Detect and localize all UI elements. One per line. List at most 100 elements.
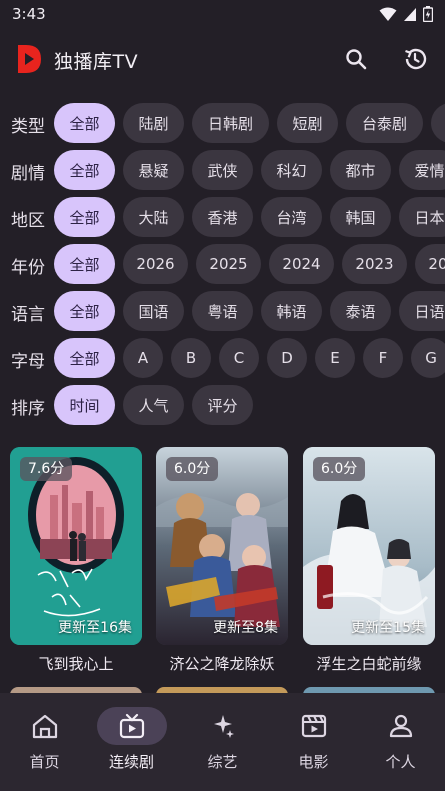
poster-image: 6.0分 更新至15集 bbox=[303, 447, 435, 645]
filter-chip[interactable]: 武侠 bbox=[192, 150, 253, 190]
filter-chip[interactable]: 2022 bbox=[415, 244, 445, 284]
app-title: 独播库TV bbox=[54, 51, 139, 73]
filter-chip[interactable]: 2026 bbox=[123, 244, 188, 284]
filter-chip-selected[interactable]: 时间 bbox=[54, 385, 115, 425]
wifi-icon bbox=[379, 7, 397, 21]
filter-chip[interactable]: 台泰剧 bbox=[346, 103, 423, 143]
nav-label: 个人 bbox=[385, 753, 416, 771]
nav-item-variety[interactable]: 综艺 bbox=[178, 693, 267, 791]
status-time: 3:43 bbox=[12, 5, 46, 23]
filter-label: 字母 bbox=[11, 352, 45, 372]
app-logo-icon bbox=[16, 44, 42, 74]
bottom-navigation: 首页 连续剧 综艺 电影 个人 bbox=[0, 693, 445, 791]
filter-chip-selected[interactable]: 全部 bbox=[54, 150, 115, 190]
filter-row-region: 地区 全部 大陆 香港 台湾 韩国 日本 bbox=[0, 197, 445, 237]
nav-item-movies[interactable]: 电影 bbox=[269, 693, 358, 791]
filter-chip[interactable]: 粤语 bbox=[192, 291, 253, 331]
nav-icon-container bbox=[97, 707, 167, 745]
nav-label: 综艺 bbox=[207, 753, 238, 771]
filter-chip[interactable]: E bbox=[315, 338, 355, 378]
nav-icon-container bbox=[10, 707, 80, 745]
filter-chip[interactable]: 评分 bbox=[192, 385, 253, 425]
search-icon bbox=[346, 49, 367, 70]
poster-title: 浮生之白蛇前缘 bbox=[316, 655, 422, 673]
filter-chip[interactable]: 香港 bbox=[192, 197, 253, 237]
poster-title: 济公之降龙除妖 bbox=[169, 655, 275, 673]
sparkle-icon bbox=[214, 715, 234, 738]
filter-row-year: 年份 全部 2026 2025 2024 2023 2022 bbox=[0, 244, 445, 284]
nav-label: 连续剧 bbox=[108, 753, 154, 771]
search-button[interactable] bbox=[341, 44, 371, 74]
clapperboard-icon bbox=[301, 714, 327, 738]
nav-icon-container bbox=[366, 707, 436, 745]
filter-chip[interactable]: 陆剧 bbox=[123, 103, 184, 143]
filter-row-language: 语言 全部 国语 粤语 韩语 泰语 日语 bbox=[0, 291, 445, 331]
rating-badge: 7.6分 bbox=[20, 457, 73, 481]
person-icon bbox=[389, 714, 413, 738]
filter-chip[interactable]: 科幻 bbox=[261, 150, 322, 190]
episode-status: 更新至16集 bbox=[58, 620, 132, 636]
filter-row-plot: 剧情 全部 悬疑 武侠 科幻 都市 爱情 bbox=[0, 150, 445, 190]
filter-chip[interactable]: A bbox=[123, 338, 163, 378]
filter-chip-selected[interactable]: 全部 bbox=[54, 338, 115, 378]
app-bar: 独播库TV bbox=[0, 36, 445, 84]
episode-status: 更新至8集 bbox=[213, 620, 278, 636]
battery-icon bbox=[423, 6, 433, 22]
history-button[interactable] bbox=[400, 44, 430, 74]
tv-icon bbox=[119, 713, 145, 739]
filter-label: 年份 bbox=[11, 258, 45, 278]
cellular-icon bbox=[404, 7, 416, 21]
filter-chip[interactable]: 台湾 bbox=[261, 197, 322, 237]
status-bar: 3:43 bbox=[0, 0, 445, 30]
filter-chip[interactable]: 爱情 bbox=[399, 150, 445, 190]
filter-chip[interactable]: B bbox=[171, 338, 211, 378]
filter-label: 排序 bbox=[11, 399, 45, 419]
poster-image: 6.0分 更新至8集 bbox=[156, 447, 288, 645]
filter-label: 剧情 bbox=[11, 164, 45, 184]
filter-row-letter: 字母 全部 A B C D E F G bbox=[0, 338, 445, 378]
filter-chip[interactable]: 港剧 bbox=[431, 103, 445, 143]
nav-icon-container bbox=[279, 707, 349, 745]
filter-chip[interactable]: G bbox=[411, 338, 445, 378]
nav-item-profile[interactable]: 个人 bbox=[356, 693, 445, 791]
filter-chip[interactable]: 韩国 bbox=[330, 197, 391, 237]
rating-badge: 6.0分 bbox=[166, 457, 219, 481]
filter-chip[interactable]: 短剧 bbox=[277, 103, 338, 143]
filter-chip-selected[interactable]: 全部 bbox=[54, 291, 115, 331]
nav-icon-container bbox=[188, 707, 258, 745]
filter-chip[interactable]: 韩语 bbox=[261, 291, 322, 331]
filter-row-sort: 排序 时间 人气 评分 bbox=[0, 385, 445, 425]
history-icon bbox=[405, 48, 427, 70]
filter-chip-selected[interactable]: 全部 bbox=[54, 197, 115, 237]
filter-chip[interactable]: 泰语 bbox=[330, 291, 391, 331]
nav-label: 首页 bbox=[29, 753, 60, 771]
filter-chip[interactable]: 国语 bbox=[123, 291, 184, 331]
filter-chip-selected[interactable]: 全部 bbox=[54, 244, 115, 284]
poster-image: 7.6分 更新至16集 bbox=[10, 447, 142, 645]
filter-chip[interactable]: 2024 bbox=[269, 244, 334, 284]
nav-item-home[interactable]: 首页 bbox=[0, 693, 89, 791]
filter-label: 类型 bbox=[11, 117, 45, 137]
filter-chip[interactable]: 日韩剧 bbox=[192, 103, 269, 143]
filter-row-type: 类型 全部 陆剧 日韩剧 短剧 台泰剧 港剧 bbox=[0, 103, 445, 143]
filter-chip[interactable]: 悬疑 bbox=[123, 150, 184, 190]
filter-chip[interactable]: 都市 bbox=[330, 150, 391, 190]
episode-status: 更新至15集 bbox=[351, 620, 425, 636]
nav-item-tv-series[interactable]: 连续剧 bbox=[87, 693, 176, 791]
filter-chip[interactable]: 2025 bbox=[196, 244, 261, 284]
filter-label: 语言 bbox=[11, 305, 45, 325]
filter-chip[interactable]: D bbox=[267, 338, 307, 378]
filter-chip[interactable]: C bbox=[219, 338, 259, 378]
poster-title: 飞到我心上 bbox=[38, 655, 114, 673]
status-icons bbox=[379, 6, 433, 22]
filter-chip[interactable]: 2023 bbox=[342, 244, 407, 284]
nav-label: 电影 bbox=[298, 753, 329, 771]
filter-chip[interactable]: 日本 bbox=[399, 197, 445, 237]
rating-badge: 6.0分 bbox=[313, 457, 366, 481]
filter-chip[interactable]: 日语 bbox=[399, 291, 445, 331]
filter-label: 地区 bbox=[11, 211, 45, 231]
filter-chip-selected[interactable]: 全部 bbox=[54, 103, 115, 143]
filter-chip[interactable]: 人气 bbox=[123, 385, 184, 425]
filter-chip[interactable]: F bbox=[363, 338, 403, 378]
filter-chip[interactable]: 大陆 bbox=[123, 197, 184, 237]
